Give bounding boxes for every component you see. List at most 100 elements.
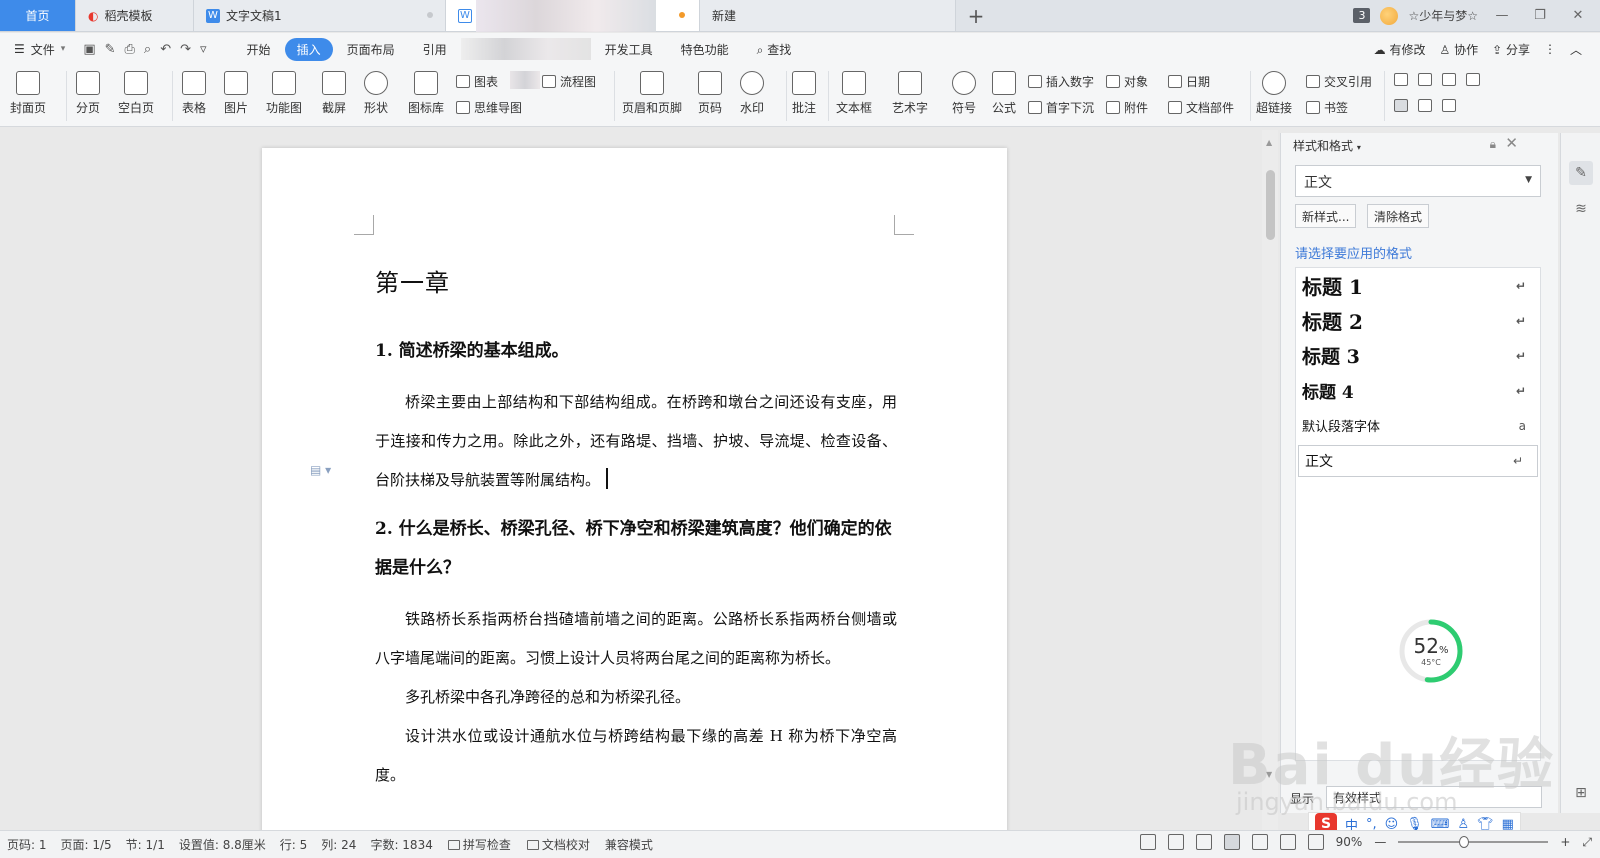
collaborate-button[interactable]: ♙ 协作 bbox=[1439, 41, 1478, 58]
print-preview-icon[interactable]: ⌕ bbox=[144, 42, 151, 57]
spell-check-button[interactable]: 拼写检查 bbox=[440, 836, 519, 853]
menu-page-layout[interactable]: 页面布局 bbox=[333, 41, 409, 58]
function-chart-button[interactable]: 功能图 bbox=[266, 71, 302, 116]
page-number-button[interactable]: 页码 bbox=[698, 71, 722, 116]
collapse-ribbon-icon[interactable]: ︿ bbox=[1570, 41, 1582, 58]
style-item-heading4[interactable]: 标题 4 ↵ bbox=[1296, 373, 1540, 408]
search-button[interactable]: ⌕ 查找 bbox=[743, 41, 806, 58]
tab-active-document[interactable]: W bbox=[446, 0, 700, 32]
document-area[interactable]: 第一章 1. 简述桥梁的基本组成。 桥梁主要由上部结构和下部结构组成。在桥跨和墩… bbox=[0, 128, 1254, 830]
close-icon[interactable]: ✕ bbox=[1564, 8, 1592, 23]
style-item-heading1[interactable]: 标题 1 ↵ bbox=[1296, 268, 1540, 303]
settings-sliders-icon[interactable]: ≋ bbox=[1569, 197, 1593, 221]
edit-pen-icon[interactable] bbox=[1195, 834, 1212, 850]
menu-insert[interactable]: 插入 bbox=[284, 37, 333, 61]
doc-parts-button[interactable]: 文档部件 bbox=[1168, 99, 1234, 116]
close-icon[interactable]: ✕ bbox=[1505, 134, 1518, 152]
fit-window-icon[interactable]: ⤢ bbox=[1582, 835, 1592, 850]
paragraph[interactable]: 多孔桥梁中各孔净跨径的总和为桥梁孔径。 bbox=[375, 678, 897, 717]
status-col[interactable]: 列: 24 bbox=[314, 836, 363, 853]
cross-ref-button[interactable]: 交叉引用 bbox=[1306, 73, 1372, 90]
layout-icon[interactable] bbox=[1394, 73, 1408, 86]
tab-close-icon[interactable] bbox=[427, 12, 433, 18]
modified-button[interactable]: ☁ 有修改 bbox=[1374, 41, 1426, 58]
proofread-button[interactable]: 文档校对 bbox=[519, 836, 598, 853]
minimize-icon[interactable]: — bbox=[1488, 8, 1516, 23]
panel-title[interactable]: 样式和格式 ▾ bbox=[1293, 137, 1361, 154]
customize-icon[interactable]: ▿ bbox=[200, 42, 207, 57]
formula-button[interactable]: 公式 bbox=[992, 71, 1016, 116]
grid-apps-icon[interactable]: ⊞ bbox=[1569, 781, 1593, 805]
attachment-button[interactable]: 附件 bbox=[1106, 99, 1148, 116]
comment-button[interactable]: 批注 bbox=[792, 71, 816, 116]
menu-special[interactable]: 特色功能 bbox=[667, 41, 743, 58]
shape-button[interactable]: 形状 bbox=[364, 71, 388, 116]
question-heading[interactable]: 1. 简述桥梁的基本组成。 bbox=[375, 332, 897, 371]
object-button[interactable]: 对象 bbox=[1106, 73, 1148, 90]
picture-button[interactable]: 图片 bbox=[224, 71, 248, 116]
format-painter-icon[interactable]: ✎ bbox=[105, 42, 116, 57]
paragraph[interactable]: 桥梁主要由上部结构和下部结构组成。在桥跨和墩台之间还设有支座，用于连接和传力之用… bbox=[375, 383, 897, 500]
tab-home[interactable]: 首页 bbox=[0, 0, 76, 31]
hyperlink-button[interactable]: 超链接 bbox=[1256, 71, 1292, 116]
chart-button[interactable]: 图表 bbox=[456, 73, 498, 90]
style-pen-icon[interactable]: ✎ bbox=[1569, 161, 1593, 185]
document-page[interactable]: 第一章 1. 简述桥梁的基本组成。 桥梁主要由上部结构和下部结构组成。在桥跨和墩… bbox=[262, 148, 1007, 830]
style-item-body[interactable]: 正文 ↵ bbox=[1298, 445, 1538, 477]
scroll-up-icon[interactable]: ▲ bbox=[1266, 138, 1272, 147]
more-icon[interactable]: ⋮ bbox=[1544, 42, 1556, 56]
icon-library-button[interactable]: 图标库 bbox=[408, 71, 444, 116]
zoom-out-icon[interactable]: — bbox=[1374, 835, 1386, 849]
zoom-slider-handle[interactable] bbox=[1459, 836, 1470, 848]
layout-icon[interactable] bbox=[1394, 99, 1408, 112]
document-body[interactable]: 第一章 1. 简述桥梁的基本组成。 桥梁主要由上部结构和下部结构组成。在桥跨和墩… bbox=[375, 263, 897, 795]
file-menu[interactable]: ☰ 文件 ▾ bbox=[14, 41, 65, 58]
bookmark-button[interactable]: 书签 bbox=[1306, 99, 1348, 116]
zoom-level[interactable]: 90% bbox=[1336, 835, 1363, 849]
insert-number-button[interactable]: 插入数字 bbox=[1028, 73, 1094, 90]
avatar[interactable] bbox=[1380, 6, 1399, 25]
paragraph-layout-icon[interactable]: ▤ ▾ bbox=[310, 463, 331, 477]
share-button[interactable]: ⇪ 分享 bbox=[1492, 41, 1530, 58]
layout-icon[interactable] bbox=[1418, 99, 1432, 112]
redo-icon[interactable]: ↷ bbox=[180, 42, 191, 57]
save-icon[interactable]: ▣ bbox=[83, 42, 95, 57]
style-item-heading2[interactable]: 标题 2 ↵ bbox=[1296, 303, 1540, 338]
status-section[interactable]: 节: 1/1 bbox=[119, 836, 172, 853]
clear-format-button[interactable]: 清除格式 bbox=[1367, 204, 1430, 228]
restore-icon[interactable]: ❐ bbox=[1526, 8, 1554, 23]
question-heading[interactable]: 2. 什么是桥长、桥梁孔径、桥下净空和桥梁建筑高度？他们确定的依据是什么？ bbox=[375, 510, 897, 588]
status-setting[interactable]: 设置值: 8.8厘米 bbox=[172, 836, 273, 853]
add-tab-button[interactable]: + bbox=[956, 0, 996, 31]
screenshot-button[interactable]: 截屏 bbox=[322, 71, 346, 116]
user-name[interactable]: ☆少年与梦☆ bbox=[1408, 7, 1478, 24]
performance-gauge[interactable]: 52% 45°C bbox=[1398, 618, 1464, 684]
status-row[interactable]: 行: 5 bbox=[273, 836, 315, 853]
outline-view-icon[interactable] bbox=[1251, 834, 1268, 850]
page-break-button[interactable]: 分页 bbox=[76, 71, 100, 116]
header-footer-button[interactable]: 页眉和页脚 bbox=[622, 71, 682, 116]
status-words[interactable]: 字数: 1834 bbox=[363, 836, 439, 853]
table-button[interactable]: 表格 bbox=[182, 71, 206, 116]
reading-view-icon[interactable] bbox=[1167, 834, 1184, 850]
zoom-slider[interactable] bbox=[1398, 836, 1549, 848]
layout-icon[interactable] bbox=[1418, 73, 1432, 86]
layout-icon[interactable] bbox=[1442, 99, 1456, 112]
zoom-in-icon[interactable]: + bbox=[1560, 835, 1570, 849]
undo-icon[interactable]: ↶ bbox=[160, 42, 171, 57]
menu-references[interactable]: 引用 bbox=[409, 41, 461, 58]
style-item-heading3[interactable]: 标题 3 ↵ bbox=[1296, 338, 1540, 373]
menu-developer[interactable]: 开发工具 bbox=[591, 41, 667, 58]
menu-home[interactable]: 开始 bbox=[233, 41, 285, 58]
status-page[interactable]: 页码: 1 bbox=[0, 836, 54, 853]
date-button[interactable]: 日期 bbox=[1168, 73, 1210, 90]
current-style-select[interactable]: 正文 ▼ bbox=[1295, 165, 1541, 197]
window-count-badge[interactable]: 3 bbox=[1353, 8, 1371, 23]
tab-new[interactable]: 新建 bbox=[700, 0, 956, 31]
layout-icon[interactable] bbox=[1442, 73, 1456, 86]
scrollbar-thumb[interactable] bbox=[1266, 170, 1275, 240]
paragraph[interactable]: 设计洪水位或设计通航水位与桥跨结构最下缘的高差 H 称为桥下净空高度。 bbox=[375, 717, 897, 795]
eye-protect-icon[interactable] bbox=[1307, 834, 1324, 850]
chapter-heading[interactable]: 第一章 bbox=[375, 263, 897, 298]
page-view-icon[interactable] bbox=[1223, 834, 1240, 850]
